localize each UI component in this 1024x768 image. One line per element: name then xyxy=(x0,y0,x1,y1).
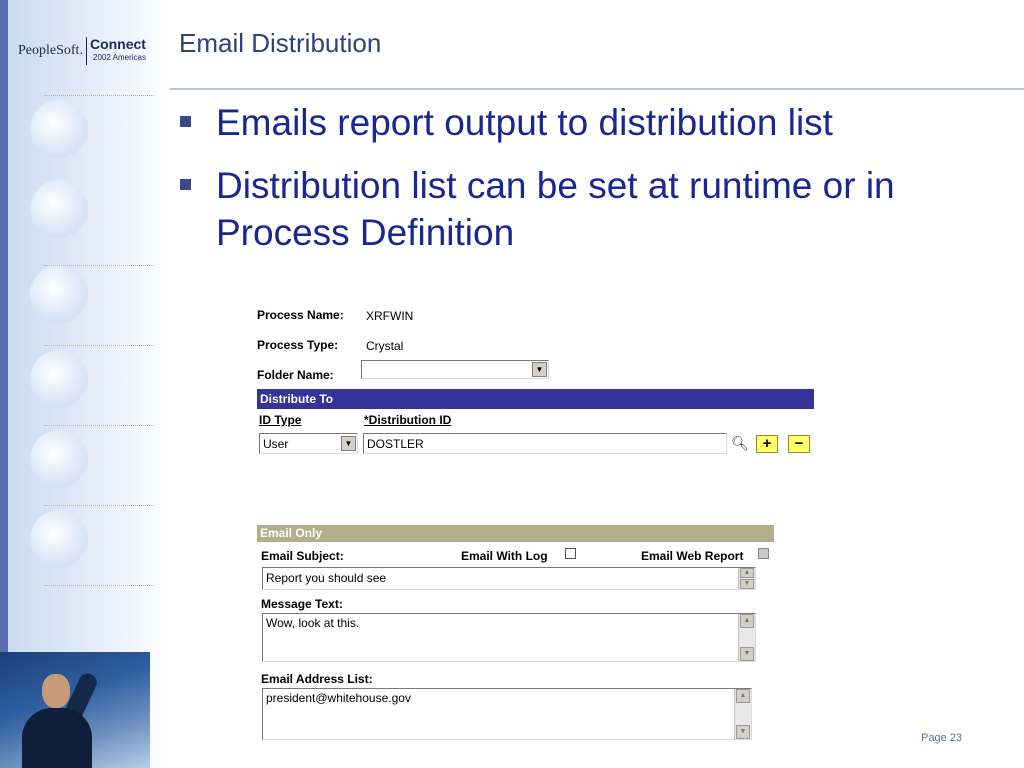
scroll-up-arrow[interactable]: ▲ xyxy=(736,689,750,703)
message-text-scrollbar[interactable]: ▲ ▼ xyxy=(738,614,755,661)
message-text-label: Message Text: xyxy=(261,597,343,611)
decorative-dotted-line xyxy=(44,345,154,346)
email-with-log-checkbox[interactable] xyxy=(565,548,576,559)
square-bullet-icon xyxy=(180,179,191,190)
chevron-down-icon[interactable]: ▼ xyxy=(341,436,356,451)
decorative-orb xyxy=(30,430,88,488)
decorative-dotted-line xyxy=(44,95,154,96)
decorative-dotted-line xyxy=(44,505,154,506)
email-subject-label: Email Subject: xyxy=(261,549,344,563)
logo-product: Connect xyxy=(89,36,146,52)
businessman-photo xyxy=(0,652,150,768)
process-name-value: XRFWIN xyxy=(366,309,414,323)
email-only-header: Email Only xyxy=(257,525,774,542)
id-type-column-header[interactable]: ID Type xyxy=(259,413,301,427)
decorative-side-band xyxy=(0,0,170,768)
decorative-dotted-line xyxy=(44,585,154,586)
email-address-list-textarea[interactable]: president@whitehouse.gov ▲ ▼ xyxy=(262,688,752,740)
process-type-label: Process Type: xyxy=(257,338,339,352)
email-address-list-label: Email Address List: xyxy=(261,672,373,686)
delete-row-button[interactable]: − xyxy=(788,435,810,453)
folder-name-label: Folder Name: xyxy=(257,368,334,382)
scroll-down-arrow[interactable]: ▼ xyxy=(740,579,754,589)
id-type-value: User xyxy=(263,437,289,451)
email-subject-scrollbar[interactable]: ▲ ▼ xyxy=(738,568,755,589)
message-text-textarea[interactable]: Wow, look at this. ▲ ▼ xyxy=(262,613,756,662)
process-name-label: Process Name: xyxy=(257,308,344,322)
bullet-item: Distribution list can be set at runtime … xyxy=(180,162,960,256)
decorative-orb xyxy=(30,350,88,408)
scroll-down-arrow[interactable]: ▼ xyxy=(740,647,754,661)
peoplesoft-connect-logo: PeopleSoft. Connect 2002 Americas xyxy=(18,36,146,66)
email-subject-textarea[interactable]: Report you should see ▲ ▼ xyxy=(262,567,756,590)
decorative-dotted-line xyxy=(44,265,154,266)
distribute-to-header: Distribute To xyxy=(257,389,814,409)
page-number: Page 23 xyxy=(921,732,962,744)
decorative-orb xyxy=(30,510,88,568)
id-type-dropdown[interactable]: User ▼ xyxy=(259,433,358,454)
process-type-value: Crystal xyxy=(366,339,404,353)
add-row-button[interactable]: + xyxy=(756,435,778,453)
decorative-orb xyxy=(30,180,88,238)
square-bullet-icon xyxy=(180,116,191,127)
logo-subtitle: 2002 Americas xyxy=(93,53,146,62)
folder-name-dropdown[interactable]: ▼ xyxy=(361,360,549,379)
email-web-report-label: Email Web Report xyxy=(641,549,744,563)
scroll-down-arrow[interactable]: ▼ xyxy=(736,725,750,739)
distribution-id-column-header[interactable]: *Distribution ID xyxy=(364,413,451,427)
decorative-orb xyxy=(30,100,88,158)
magnifier-icon[interactable]: 🔍︎ xyxy=(731,434,749,452)
scroll-up-arrow[interactable]: ▲ xyxy=(740,568,754,578)
bullet-text: Distribution list can be set at runtime … xyxy=(216,165,895,253)
email-web-report-checkbox xyxy=(758,548,769,559)
header-divider xyxy=(170,88,1024,90)
bullet-text: Emails report output to distribution lis… xyxy=(216,102,833,143)
email-with-log-label: Email With Log xyxy=(461,549,548,563)
bullet-item: Emails report output to distribution lis… xyxy=(180,99,980,146)
slide-title: Email Distribution xyxy=(179,28,382,58)
scroll-up-arrow[interactable]: ▲ xyxy=(740,614,754,628)
decorative-orb xyxy=(30,265,88,323)
distribution-id-input[interactable]: DOSTLER xyxy=(363,433,727,454)
logo-brand: PeopleSoft. xyxy=(18,43,83,58)
email-address-list-scrollbar[interactable]: ▲ ▼ xyxy=(734,689,751,739)
decorative-dotted-line xyxy=(44,425,154,426)
chevron-down-icon[interactable]: ▼ xyxy=(532,362,547,377)
